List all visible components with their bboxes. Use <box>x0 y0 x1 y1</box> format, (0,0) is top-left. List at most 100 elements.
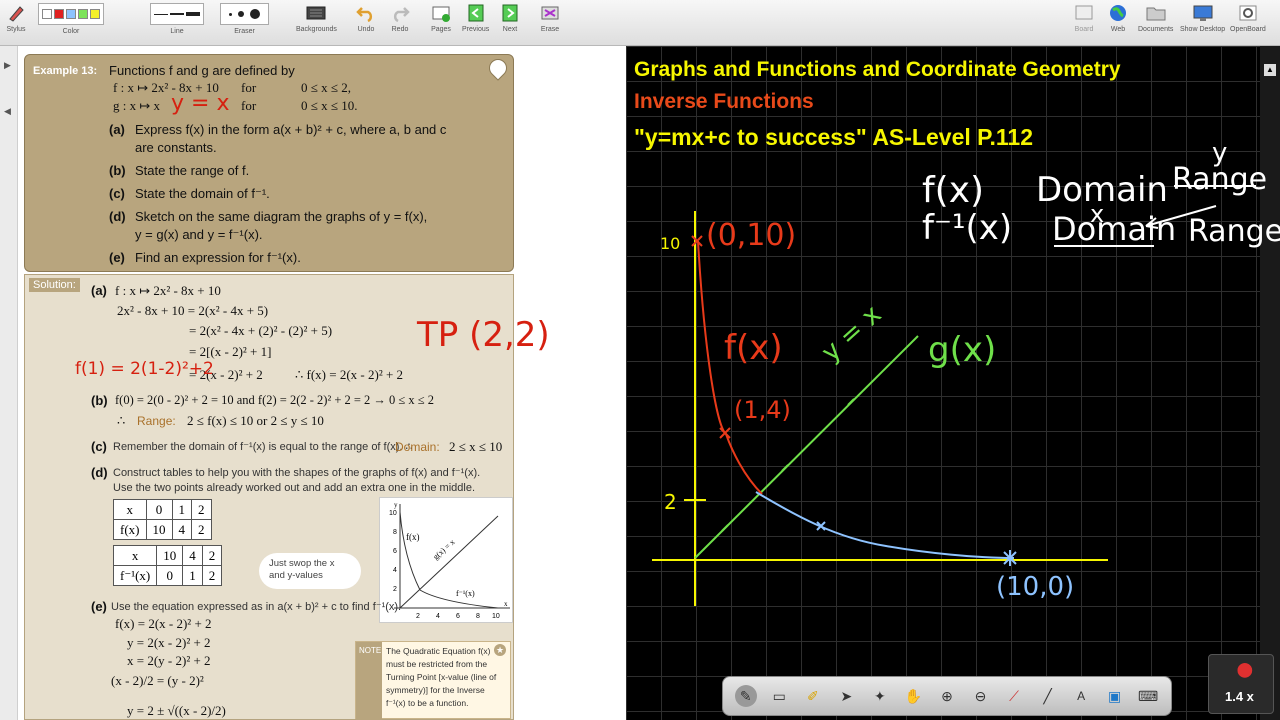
swatch-yellow[interactable] <box>90 9 100 19</box>
label-gx: g(x) <box>928 330 997 370</box>
sol-e-line-2: y = 2(x - 2)² + 2 <box>127 635 211 650</box>
table-cell: f(x) <box>113 519 147 540</box>
note-line: symmetry)] for the Inverse <box>386 685 485 695</box>
web-button[interactable]: Web <box>1108 3 1128 33</box>
f-for-word: for <box>241 80 257 95</box>
sol-b-range-label: Range: <box>137 414 176 428</box>
documents-button[interactable]: Documents <box>1138 3 1173 33</box>
line-tool-icon[interactable]: ╱ <box>1037 685 1059 707</box>
board-label: Board <box>1074 26 1094 33</box>
brush-icon[interactable]: ⟋ <box>1003 685 1025 707</box>
label-point-1-4: (1,4) <box>734 396 791 424</box>
sol-e-label: (e) <box>91 599 107 614</box>
stylus-tool[interactable]: Stylus <box>6 3 26 33</box>
board-scrollbar[interactable]: ▲ <box>1260 46 1280 720</box>
mini-ytick: 10 <box>389 510 397 517</box>
show-desktop-button[interactable]: Show Desktop <box>1180 3 1225 33</box>
previous-button[interactable]: Previous <box>462 3 489 33</box>
mini-xtick: 8 <box>476 613 480 620</box>
table-cell: f⁻¹(x) <box>112 565 158 586</box>
g-definition: g : x ↦ x <box>113 98 161 113</box>
table-cell: 0 <box>145 499 173 520</box>
sol-b-range: 2 ≤ f(x) ≤ 10 or 2 ≤ y ≤ 10 <box>187 413 324 428</box>
note-line: must be restricted from the <box>386 659 488 669</box>
board-icon <box>1074 3 1094 23</box>
mini-g-line <box>399 515 499 609</box>
eraser-medium[interactable] <box>238 11 244 17</box>
finv-curve <box>755 491 1015 559</box>
mini-xtick: 10 <box>492 613 500 620</box>
mini-x-label: x <box>504 600 508 608</box>
line-widths[interactable] <box>150 3 204 25</box>
sol-c-label: (c) <box>91 439 107 454</box>
eraser-large[interactable] <box>250 9 260 19</box>
scroll-up-icon[interactable]: ▲ <box>1264 64 1276 76</box>
sol-b-therefore: ∴ <box>117 413 126 428</box>
mini-ytick: 2 <box>393 586 397 593</box>
board-button[interactable]: Board <box>1074 3 1094 33</box>
part-c-label: (c) <box>109 186 125 201</box>
line-tool[interactable]: Line <box>150 3 204 35</box>
g-for-word: for <box>241 98 257 113</box>
pages-button[interactable]: Pages <box>431 3 451 33</box>
label-y10: 10 <box>660 234 681 253</box>
f1-handwritten-note: f(1) = 2(1-2)²+2 <box>75 359 214 379</box>
undo-icon <box>356 3 376 23</box>
sol-e-line-4: (x - 2)/2 = (y - 2)² <box>111 673 204 688</box>
undo-button[interactable]: Undo <box>356 3 376 33</box>
hand-icon[interactable]: ✋ <box>902 685 924 707</box>
erase-button[interactable]: Erase <box>540 3 560 33</box>
swatch-blue[interactable] <box>66 9 76 19</box>
part-d-text: Sketch on the same diagram the graphs of… <box>135 209 428 224</box>
zoom-in-icon[interactable]: ⊕ <box>936 685 958 707</box>
zoom-pointer-icon: ⬤ <box>1237 661 1253 677</box>
table-finv: x 10 4 2 f⁻¹(x) 0 1 2 <box>112 545 223 586</box>
document-scroll-strip[interactable]: ▶ ◀ <box>0 46 18 720</box>
redo-button[interactable]: Redo <box>390 3 410 33</box>
highlighter-icon[interactable]: ✐ <box>802 685 824 707</box>
next-label: Next <box>502 26 518 33</box>
openboard-button[interactable]: OpenBoard <box>1230 3 1266 33</box>
capture-icon[interactable]: ▣ <box>1104 685 1126 707</box>
table-cell: 2 <box>201 565 223 586</box>
eraser-tool[interactable]: Eraser <box>220 3 269 35</box>
monitor-icon <box>1193 3 1213 23</box>
mini-f-curve <box>399 511 421 591</box>
sol-e-line-3: x = 2(y - 2)² + 2 <box>127 653 211 668</box>
laser-icon[interactable]: ✦ <box>869 685 891 707</box>
folder-icon <box>1146 3 1166 23</box>
line-medium[interactable] <box>170 13 184 15</box>
sol-c-text: Remember the domain of f⁻¹(x) is equal t… <box>113 441 413 453</box>
expand-arrow-icon[interactable]: ◀ <box>4 106 11 117</box>
swatch-green[interactable] <box>78 9 88 19</box>
text-tool-icon[interactable]: A <box>1070 685 1092 707</box>
eraser-small[interactable] <box>229 12 232 16</box>
note-fx: f(x) <box>922 170 985 211</box>
note-domain-2: Domain <box>1052 210 1177 248</box>
stylus-icon <box>6 3 26 23</box>
pin-icon[interactable] <box>485 55 511 81</box>
zoom-level: 1.4 x <box>1225 689 1254 704</box>
solution-tag: Solution: <box>29 278 80 292</box>
eraser-icon[interactable]: ▭ <box>768 685 790 707</box>
next-button[interactable]: Next <box>500 3 520 33</box>
swatch-white[interactable] <box>42 9 52 19</box>
line-thick[interactable] <box>186 12 200 16</box>
keyboard-icon[interactable]: ⌨ <box>1137 685 1159 707</box>
line-thin[interactable] <box>154 13 168 15</box>
swatch-red[interactable] <box>54 9 64 19</box>
erase-label: Erase <box>540 26 560 33</box>
eraser-sizes[interactable] <box>220 3 269 25</box>
part-c-text: State the domain of f⁻¹. <box>135 186 270 201</box>
pointer-icon[interactable]: ➤ <box>835 685 857 707</box>
color-tool[interactable]: Color <box>38 3 104 35</box>
color-swatches[interactable] <box>38 3 104 25</box>
openboard-label: OpenBoard <box>1230 26 1266 33</box>
pen-tool-icon[interactable]: ✎ <box>734 685 757 707</box>
sol-a-line-3: = 2(x² - 4x + (2)² - (2)² + 5) <box>189 323 333 338</box>
sol-e-line-1: f(x) = 2(x - 2)² + 2 <box>115 616 212 631</box>
zoom-out-icon[interactable]: ⊖ <box>969 685 991 707</box>
collapse-arrow-icon[interactable]: ▶ <box>4 60 11 71</box>
backgrounds-button[interactable]: Backgrounds <box>296 3 337 33</box>
label-y2: 2 <box>664 490 677 514</box>
